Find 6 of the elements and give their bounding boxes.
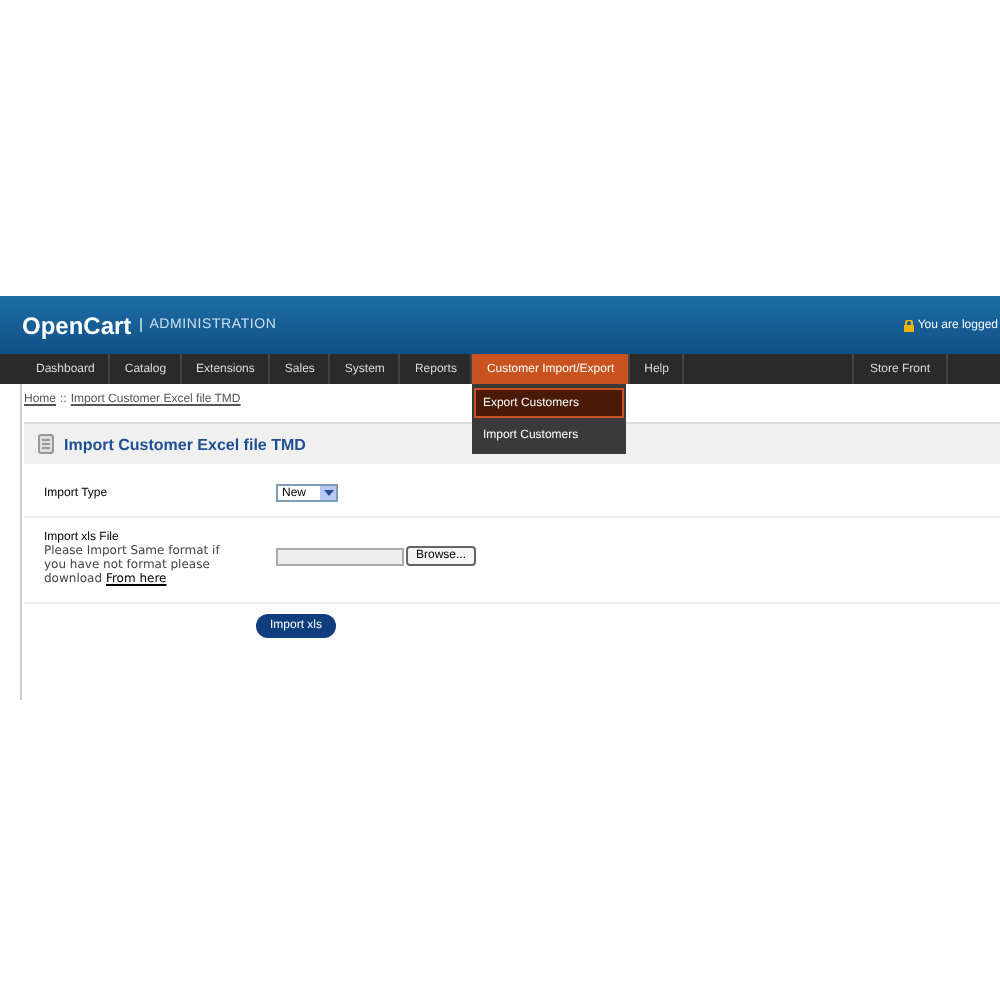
logo: OpenCart <box>22 311 132 339</box>
lock-icon <box>903 319 914 331</box>
panel-title: Import Customer Excel file TMD <box>64 435 306 453</box>
file-field[interactable] <box>276 547 404 565</box>
dropdown-arrow-icon <box>320 486 336 500</box>
document-icon <box>38 434 54 454</box>
